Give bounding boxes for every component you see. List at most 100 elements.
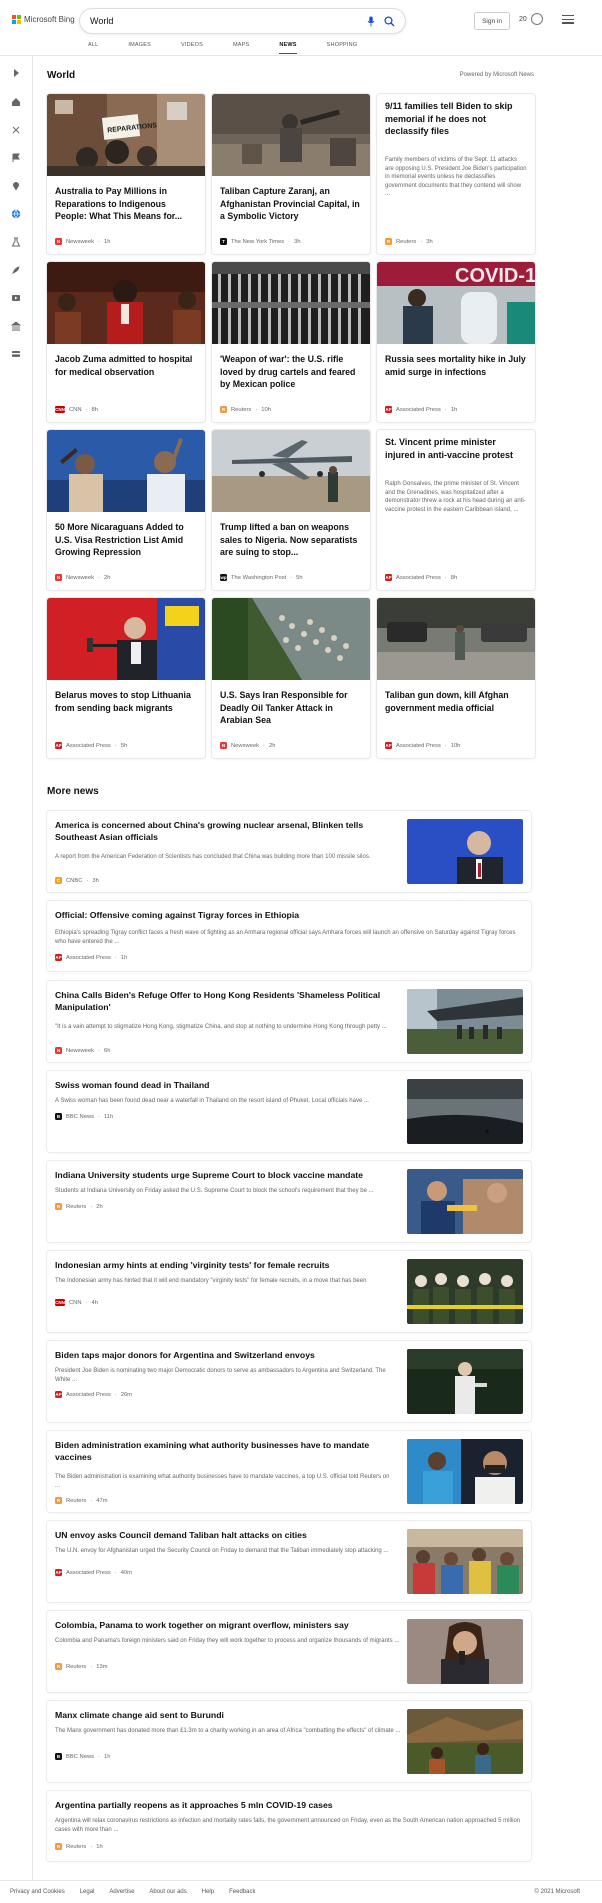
row-title[interactable]: UN envoy asks Council demand Taliban hal…	[55, 1529, 307, 1541]
card-title[interactable]: 9/11 families tell Biden to skip memoria…	[385, 100, 527, 138]
world-icon[interactable]	[11, 209, 21, 219]
card-title[interactable]: 'Weapon of war': the U.S. rifle loved by…	[220, 353, 362, 391]
sign-in-button[interactable]: Sign in	[474, 12, 510, 30]
money-icon[interactable]	[11, 349, 21, 359]
news-row[interactable]: America is concerned about China's growi…	[47, 811, 531, 892]
search-input[interactable]	[90, 16, 359, 26]
card-title[interactable]: St. Vincent prime minister injured in an…	[385, 436, 527, 461]
news-card[interactable]: 'Weapon of war': the U.S. rifle loved by…	[212, 262, 370, 422]
rewards-button[interactable]: 20	[519, 13, 543, 25]
row-title[interactable]: Biden taps major donors for Argentina an…	[55, 1349, 315, 1361]
card-source: AP Associated Press · 8h	[385, 574, 458, 581]
news-card[interactable]: Trump lifted a ban on weapons sales to N…	[212, 430, 370, 590]
news-card[interactable]: 9/11 families tell Biden to skip memoria…	[377, 94, 535, 254]
row-title[interactable]: America is concerned about China's growi…	[55, 819, 395, 843]
card-title[interactable]: U.S. Says Iran Responsible for Deadly Oi…	[220, 689, 362, 727]
location-icon[interactable]	[11, 181, 21, 191]
row-source: B BBC News · 11h	[55, 1113, 114, 1120]
news-row[interactable]: Argentina partially reopens as it approa…	[47, 1791, 531, 1861]
footer-link-privacy[interactable]: Privacy and Cookies	[10, 1889, 65, 1895]
row-source: R Reuters · 2h	[55, 1203, 103, 1210]
science-icon[interactable]	[11, 237, 21, 247]
footer-link-feedback[interactable]: Feedback	[229, 1889, 255, 1895]
card-title[interactable]: Taliban gun down, kill Afghan government…	[385, 689, 527, 714]
news-row[interactable]: Official: Offensive coming against Tigra…	[47, 901, 531, 971]
row-title[interactable]: Swiss woman found dead in Thailand	[55, 1079, 209, 1091]
tab-images[interactable]: IMAGES	[128, 40, 151, 54]
politics-icon[interactable]	[11, 321, 21, 331]
row-description: President Joe Biden is nominating two ma…	[55, 1368, 386, 1383]
news-image: COVID-19	[377, 262, 535, 344]
card-source: R Reuters · 10h	[220, 406, 271, 413]
row-title[interactable]: Manx climate change aid sent to Burundi	[55, 1709, 224, 1721]
row-title[interactable]: Biden administration examining what auth…	[55, 1439, 395, 1463]
row-title[interactable]: Indonesian army hints at ending 'virgini…	[55, 1259, 329, 1271]
news-row[interactable]: Indiana University students urge Supreme…	[47, 1161, 531, 1242]
news-row[interactable]: Biden administration examining what auth…	[47, 1431, 531, 1512]
news-row[interactable]: China Calls Biden's Refuge Offer to Hong…	[47, 981, 531, 1062]
row-title[interactable]: Indiana University students urge Supreme…	[55, 1169, 363, 1181]
news-card[interactable]: Taliban Capture Zaranj, an Afghanistan P…	[212, 94, 370, 254]
row-title[interactable]: Official: Offensive coming against Tigra…	[55, 909, 299, 921]
news-image	[212, 94, 370, 176]
tab-all[interactable]: ALL	[88, 40, 98, 54]
news-row[interactable]: Swiss woman found dead in Thailand A Swi…	[47, 1071, 531, 1152]
footer-link-help[interactable]: Help	[202, 1889, 214, 1895]
rewards-medal-icon	[530, 13, 543, 25]
row-title[interactable]: China Calls Biden's Refuge Offer to Hong…	[55, 989, 395, 1013]
menu-icon[interactable]	[562, 15, 574, 26]
tab-shopping[interactable]: SHOPPING	[327, 40, 358, 54]
microphone-icon[interactable]	[365, 15, 377, 27]
card-source: AP Associated Press · 5h	[55, 742, 128, 749]
news-card[interactable]: REPARATIONS Australia to Pay Millions in…	[47, 94, 205, 254]
bing-logo[interactable]: Microsoft Bing	[12, 15, 75, 24]
news-card[interactable]: COVID-19 Russia sees mortality hike in J…	[377, 262, 535, 422]
row-title[interactable]: Argentina partially reopens as it approa…	[55, 1799, 333, 1811]
news-row[interactable]: UN envoy asks Council demand Taliban hal…	[47, 1521, 531, 1602]
card-title[interactable]: Jacob Zuma admitted to hospital for medi…	[55, 353, 197, 378]
entertainment-icon[interactable]	[11, 293, 21, 303]
card-title[interactable]: Belarus moves to stop Lithuania from sen…	[55, 689, 197, 714]
footer: Privacy and Cookies Legal Advertise Abou…	[0, 1880, 602, 1903]
section-title: World	[47, 70, 76, 81]
news-row[interactable]: Indonesian army hints at ending 'virgini…	[47, 1251, 531, 1332]
news-row[interactable]: Manx climate change aid sent to Burundi …	[47, 1701, 531, 1782]
news-card[interactable]: Taliban gun down, kill Afghan government…	[377, 598, 535, 758]
row-thumbnail	[407, 1349, 523, 1414]
rocket-icon[interactable]	[11, 265, 21, 275]
tab-maps[interactable]: MAPS	[233, 40, 249, 54]
news-card[interactable]: Jacob Zuma admitted to hospital for medi…	[47, 262, 205, 422]
card-title[interactable]: 50 More Nicaraguans Added to U.S. Visa R…	[55, 521, 197, 559]
tab-news[interactable]: NEWS	[279, 40, 297, 54]
news-row[interactable]: Biden taps major donors for Argentina an…	[47, 1341, 531, 1422]
expand-icon[interactable]	[11, 68, 21, 78]
search-icon[interactable]	[383, 15, 395, 27]
footer-link-advertise[interactable]: Advertise	[109, 1889, 134, 1895]
news-card[interactable]: Belarus moves to stop Lithuania from sen…	[47, 598, 205, 758]
row-description: The Indonesian army has hinted that it w…	[55, 1278, 367, 1284]
footer-link-about-ads[interactable]: About our ads	[149, 1889, 186, 1895]
news-card[interactable]: 50 More Nicaraguans Added to U.S. Visa R…	[47, 430, 205, 590]
news-row[interactable]: Colombia, Panama to work together on mig…	[47, 1611, 531, 1692]
home-icon[interactable]	[11, 97, 21, 107]
card-title[interactable]: Russia sees mortality hike in July amid …	[385, 353, 527, 378]
news-card[interactable]: U.S. Says Iran Responsible for Deadly Oi…	[212, 598, 370, 758]
card-title[interactable]: Australia to Pay Millions in Reparations…	[55, 185, 197, 223]
row-source: B BBC News · 1h	[55, 1753, 111, 1760]
card-title[interactable]: Taliban Capture Zaranj, an Afghanistan P…	[220, 185, 362, 223]
reuters-logo-icon: R	[55, 1663, 62, 1670]
search-box[interactable]	[80, 9, 405, 33]
newsweek-logo-icon: N	[220, 742, 227, 749]
footer-link-legal[interactable]: Legal	[80, 1889, 95, 1895]
card-description: Ralph Gonsalves, the prime minister of S…	[385, 481, 526, 513]
discover-icon[interactable]	[11, 125, 21, 135]
tab-videos[interactable]: VIDEOS	[181, 40, 203, 54]
card-title[interactable]: Trump lifted a ban on weapons sales to N…	[220, 521, 362, 559]
flag-icon[interactable]	[11, 153, 21, 163]
cnn-logo-icon: CNN	[55, 1299, 65, 1306]
news-card[interactable]: St. Vincent prime minister injured in an…	[377, 430, 535, 590]
row-title[interactable]: Colombia, Panama to work together on mig…	[55, 1619, 349, 1631]
row-source: AP Associated Press · 26m	[55, 1391, 133, 1398]
header: Microsoft Bing Sign in 20 ALL IMAGES VID…	[0, 0, 602, 56]
row-description: "It is a vain attempt to stigmatize Hong…	[55, 1024, 387, 1030]
